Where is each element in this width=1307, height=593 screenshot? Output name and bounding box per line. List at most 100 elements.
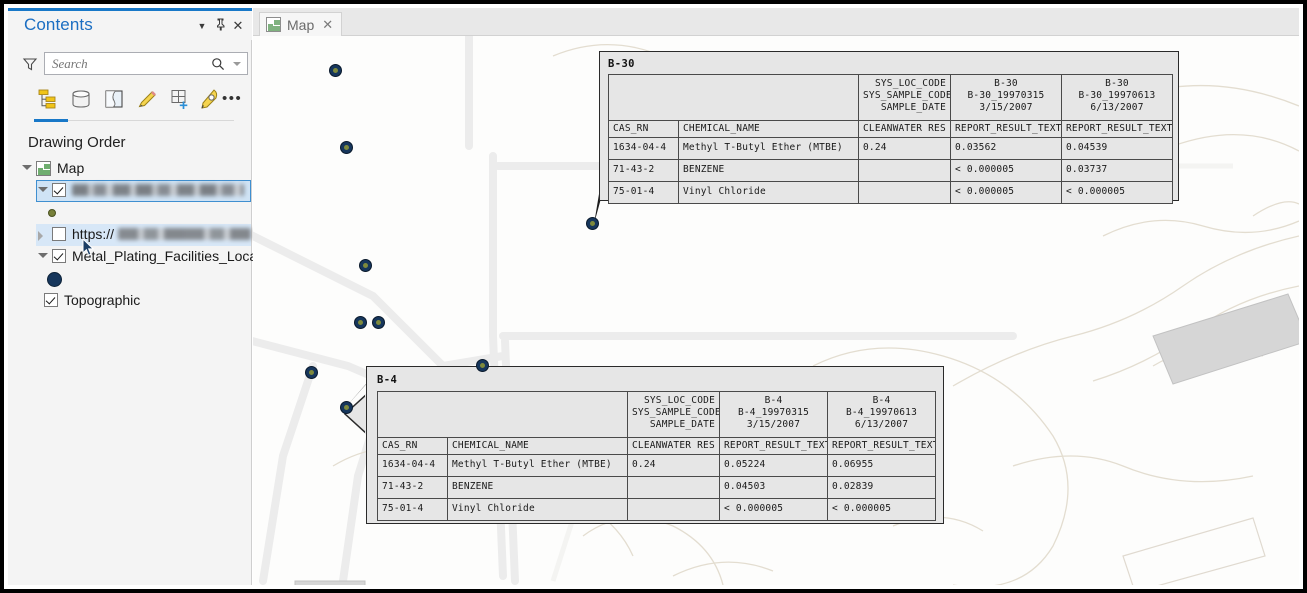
search-row bbox=[8, 52, 252, 78]
field-header: CLEANWATER RES bbox=[858, 120, 951, 138]
cell-chemical-name: Methyl T-Butyl Ether (MTBE) bbox=[678, 136, 859, 160]
table-row: 75-01-4 Vinyl Chloride < 0.000005 < 0.00… bbox=[608, 180, 1173, 204]
table-row: 75-01-4 Vinyl Chloride < 0.000005 < 0.00… bbox=[377, 497, 936, 521]
table-row: 1634-04-4 Methyl T-Butyl Ether (MTBE) 0.… bbox=[608, 136, 1173, 160]
tree-item-metal-plating[interactable]: Metal_Plating_Facilities_Locations_20 bbox=[8, 246, 310, 268]
search-icon[interactable] bbox=[211, 57, 225, 71]
layer-visibility-checkbox[interactable] bbox=[52, 227, 66, 241]
cell-result-2: 0.02839 bbox=[827, 475, 936, 499]
map-point-b30[interactable] bbox=[586, 217, 599, 230]
cell-cas-rn: 71-43-2 bbox=[608, 158, 679, 182]
field-header: REPORT_RESULT_TEXT bbox=[950, 120, 1062, 138]
tab-label: Map bbox=[287, 16, 315, 33]
callout-b4[interactable]: B-4 SYS_LOC_CODE SYS_SAMPLE_CODE SAMPLE_… bbox=[366, 366, 944, 524]
list-by-data-source-icon[interactable] bbox=[69, 88, 95, 112]
expander-open-icon[interactable] bbox=[22, 165, 32, 170]
cell-cas-rn: 75-01-4 bbox=[377, 497, 448, 521]
layer-visibility-checkbox[interactable] bbox=[52, 183, 66, 197]
cell-cas-rn: 1634-04-4 bbox=[377, 453, 448, 477]
row-label-sample: SYS_SAMPLE_CODE bbox=[863, 89, 951, 101]
col-date: 3/15/2007 bbox=[746, 418, 801, 430]
header-row-labels: SYS_LOC_CODE SYS_SAMPLE_CODE SAMPLE_DATE bbox=[858, 74, 951, 121]
more-options-icon[interactable]: ••• bbox=[222, 91, 242, 106]
cell-cleanwater-res bbox=[627, 497, 720, 521]
search-dropdown-icon[interactable] bbox=[233, 62, 241, 66]
header-blank bbox=[377, 391, 628, 438]
cell-cleanwater-res: 0.24 bbox=[627, 453, 720, 477]
table-row: 71-43-2 BENZENE 0.04503 0.02839 bbox=[377, 475, 936, 499]
map-point[interactable] bbox=[305, 366, 318, 379]
point-symbol-big bbox=[47, 272, 62, 287]
cell-result-1: 0.03562 bbox=[950, 136, 1062, 160]
tree-item-redacted-layer[interactable] bbox=[8, 180, 252, 202]
expander-open-icon[interactable] bbox=[38, 187, 48, 192]
map-point-b4[interactable] bbox=[340, 401, 353, 414]
close-icon[interactable]: ✕ bbox=[322, 17, 333, 33]
tree-item-map[interactable]: Map bbox=[8, 158, 252, 180]
tree-item-service-layer[interactable]: https:// bbox=[8, 224, 252, 246]
expander-closed-icon[interactable] bbox=[38, 231, 43, 241]
cell-cleanwater-res bbox=[627, 475, 720, 499]
filter-icon[interactable] bbox=[22, 56, 38, 72]
table-row: 1634-04-4 Methyl T-Butyl Ether (MTBE) 0.… bbox=[377, 453, 936, 477]
redacted-layer-url bbox=[118, 228, 251, 240]
field-header: REPORT_RESULT_TEXT bbox=[719, 437, 828, 455]
cell-chemical-name: BENZENE bbox=[678, 158, 859, 182]
contents-panel: Contents ▼ ✕ Search ••• Drawing Order Ma… bbox=[8, 8, 310, 585]
field-header: CLEANWATER RES bbox=[627, 437, 720, 455]
header-blank bbox=[608, 74, 859, 121]
row-label-date: SAMPLE_DATE bbox=[880, 101, 946, 113]
map-point[interactable] bbox=[372, 316, 385, 329]
tree-item-label: Map bbox=[57, 160, 85, 176]
col-loc: B-4 bbox=[764, 395, 783, 406]
map-point[interactable] bbox=[354, 316, 367, 329]
panel-close-button[interactable]: ✕ bbox=[230, 18, 246, 34]
tab-map[interactable]: Map ✕ bbox=[259, 12, 343, 36]
tree-item-label: Topographic bbox=[64, 292, 141, 308]
map-point[interactable] bbox=[340, 141, 353, 154]
map-point[interactable] bbox=[359, 259, 372, 272]
callout-title: B-4 bbox=[377, 374, 398, 386]
col-loc: B-4 bbox=[872, 395, 891, 406]
col-sample: B-4_19970613 bbox=[845, 406, 918, 418]
expander-open-icon[interactable] bbox=[38, 253, 48, 258]
col-date: 6/13/2007 bbox=[854, 418, 909, 430]
map-point[interactable] bbox=[329, 64, 342, 77]
map-point[interactable] bbox=[476, 359, 489, 372]
table-header-row: SYS_LOC_CODE SYS_SAMPLE_CODE SAMPLE_DATE… bbox=[608, 74, 1173, 121]
table-field-header-row: CAS_RN CHEMICAL_NAME CLEANWATER RES REPO… bbox=[377, 437, 936, 455]
field-header: CAS_RN bbox=[377, 437, 448, 455]
contents-toolbar: ••• bbox=[8, 86, 252, 116]
cell-result-1: < 0.000005 bbox=[719, 497, 828, 521]
search-input[interactable] bbox=[52, 56, 202, 72]
layer-visibility-checkbox[interactable] bbox=[44, 293, 58, 307]
mouse-cursor bbox=[82, 237, 95, 257]
list-by-selection-icon[interactable] bbox=[102, 88, 128, 112]
table-field-header-row: CAS_RN CHEMICAL_NAME CLEANWATER RES REPO… bbox=[608, 120, 1173, 138]
callout-b30[interactable]: B-30 SYS_LOC_CODE SYS_SAMPLE_CODE SAMPLE… bbox=[599, 51, 1179, 204]
tree-item-topographic[interactable]: Topographic bbox=[8, 290, 252, 312]
header-column-2: B-4 B-4_19970613 6/13/2007 bbox=[827, 391, 936, 438]
list-by-editing-icon[interactable] bbox=[135, 88, 161, 112]
list-by-drawing-order-icon[interactable] bbox=[36, 88, 62, 112]
col-date: 6/13/2007 bbox=[1090, 101, 1144, 113]
col-date: 3/15/2007 bbox=[979, 101, 1033, 113]
panel-menu-button[interactable]: ▼ bbox=[194, 18, 210, 34]
list-by-labeling-icon[interactable] bbox=[197, 88, 223, 112]
map-icon bbox=[36, 161, 51, 176]
table-header-row: SYS_LOC_CODE SYS_SAMPLE_CODE SAMPLE_DATE… bbox=[377, 391, 936, 438]
pin-icon bbox=[216, 18, 224, 31]
field-header: CHEMICAL_NAME bbox=[678, 120, 859, 138]
tree-symbol-big-row bbox=[8, 268, 252, 290]
callout-table: SYS_LOC_CODE SYS_SAMPLE_CODE SAMPLE_DATE… bbox=[608, 74, 1173, 204]
row-label-sample: SYS_SAMPLE_CODE bbox=[632, 406, 720, 418]
list-by-snapping-icon[interactable] bbox=[168, 88, 194, 112]
cell-cleanwater-res bbox=[858, 180, 951, 204]
header-column-1: B-4 B-4_19970315 3/15/2007 bbox=[719, 391, 828, 438]
layer-visibility-checkbox[interactable] bbox=[52, 249, 66, 263]
cell-result-1: < 0.000005 bbox=[950, 180, 1062, 204]
cell-chemical-name: Vinyl Chloride bbox=[447, 497, 628, 521]
panel-pin-button[interactable] bbox=[212, 18, 228, 34]
cell-result-2: 0.06955 bbox=[827, 453, 936, 477]
search-box[interactable] bbox=[44, 52, 248, 75]
